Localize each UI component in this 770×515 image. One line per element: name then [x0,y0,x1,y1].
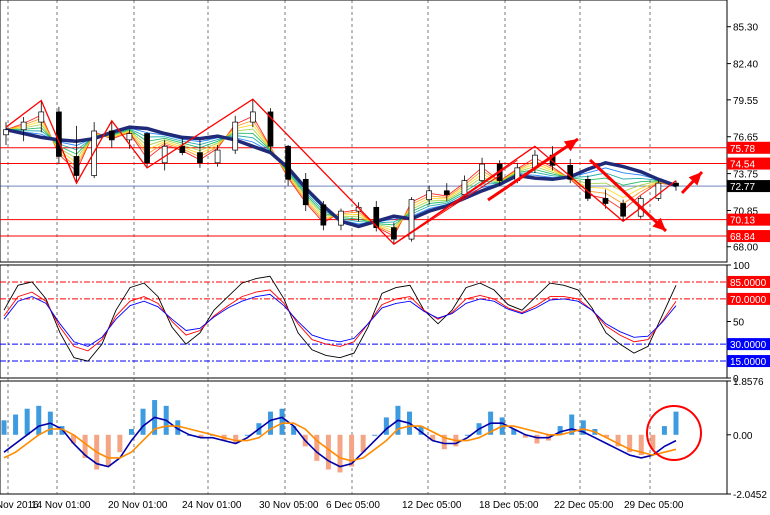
candlestick [302,178,309,206]
osc-y-tick-label: 100 [733,261,750,272]
candlestick [108,130,115,141]
x-tick-label: 29 Dec 05:00 [624,500,684,511]
candlestick [144,133,150,164]
histogram-bar [279,408,285,435]
candlestick [338,210,344,226]
candlestick [249,111,256,123]
price-y-tick-label: 82.40 [733,60,758,71]
candlestick [461,180,468,195]
price-level-label: 75.78 [730,144,755,155]
x-tick-label: 20 Nov 01:00 [108,500,168,511]
candlestick [673,182,679,187]
histogram-bar [36,405,42,435]
candlestick [179,145,186,153]
price-y-tick-label: 85.30 [733,23,758,34]
x-tick-label: 12 Dec 05:00 [402,500,462,511]
x-tick-label: 30 Nov 05:00 [259,500,319,511]
current-price-label: 72.77 [730,182,755,193]
price-y-tick-label: 79.55 [733,96,758,107]
candlestick [73,156,80,176]
histogram-bar [117,434,123,453]
price-y-tick-label: 68.00 [733,243,758,254]
candlestick [232,121,239,151]
candlestick [320,204,327,226]
osc-level-label: 30.0000 [730,340,767,351]
histogram-bar [661,426,667,435]
histogram-bar [24,408,30,435]
histogram-bar [383,417,389,435]
price-y-tick-label: 73.75 [733,170,758,181]
candlestick [391,227,397,240]
x-tick-label: 24 Nov 01:00 [182,500,242,511]
x-tick-label: 14 Nov 01:00 [31,500,91,511]
candlestick [285,145,291,180]
osc-level-label: 70.0000 [730,295,767,306]
trading-chart[interactable]: 12 Nov 201614 Nov 01:0020 Nov 01:0024 No… [0,0,770,515]
candlestick [197,152,203,164]
candlestick [161,145,168,164]
macd-y-tick-label: 1.8576 [733,377,764,388]
price-level-label: 68.84 [730,232,755,243]
candlestick [91,130,98,176]
osc-level-label: 15.0000 [730,357,767,368]
macd-y-tick-label: -2.0452 [733,490,767,501]
histogram-bar [372,434,378,436]
candlestick [426,190,433,201]
candlestick [38,111,45,123]
histogram-bar [534,434,540,444]
candlestick [214,149,221,164]
osc-level-label: 85.0000 [730,278,767,289]
candlestick [620,203,626,217]
candlestick [584,178,591,199]
candlestick [3,129,9,136]
histogram-bar [140,408,146,435]
x-tick-label: 6 Dec 05:00 [326,500,380,511]
x-tick-label: 22 Dec 05:00 [554,500,614,511]
histogram-bar [13,414,19,435]
candlestick [443,190,450,195]
price-level-label: 74.54 [730,160,755,171]
histogram-bar [105,434,111,467]
candlestick [56,111,62,157]
histogram-bar [325,434,331,470]
candlestick [126,133,133,141]
candlestick [20,121,27,131]
x-tick-label: 18 Dec 05:00 [479,500,539,511]
candlestick [479,163,485,181]
macd-y-tick-label: 0.00 [733,431,753,442]
histogram-bar [128,428,134,435]
histogram-bar [1,420,7,435]
price-level-label: 70.13 [730,216,755,227]
osc-y-tick-label: 50 [733,318,745,329]
candlestick [602,198,609,204]
histogram-bar [673,411,679,435]
